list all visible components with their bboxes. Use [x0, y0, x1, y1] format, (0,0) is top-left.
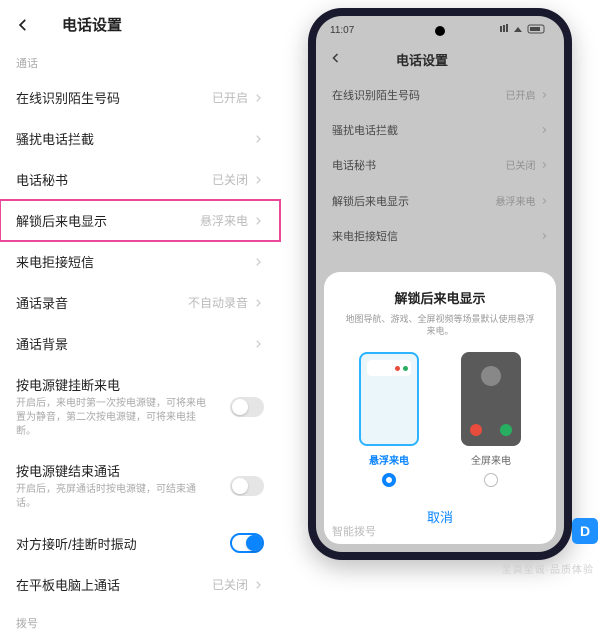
row-label: 解锁后来电显示 [16, 211, 107, 230]
watermark-text: 至真至诚·品质体验 [502, 561, 594, 576]
chevron-right-icon [252, 92, 264, 104]
toggle-off[interactable] [230, 397, 264, 417]
toggle-on[interactable] [230, 533, 264, 553]
chevron-right-icon [252, 256, 264, 268]
row-sublabel: 开启后，来电时第一次按电源键，可将来电置为静音，第二次按电源键，可将来电挂断。 [16, 397, 206, 439]
option-label: 全屏来电 [471, 452, 511, 467]
row-value: 已关闭 [212, 171, 248, 188]
row-label: 智能拨号 [332, 523, 376, 539]
preview-float [359, 352, 419, 446]
preview-full [461, 352, 521, 446]
back-icon[interactable] [14, 16, 32, 34]
phone-screen: 11:07 电话设置 在线识别陌生号码 已开启 骚扰电话拦截 电话秘书 已关闭 … [316, 16, 564, 552]
row-smart-dial: 智能拨号 [316, 514, 564, 548]
row-label: 在线识别陌生号码 [16, 88, 120, 107]
chevron-right-icon [252, 579, 264, 591]
row-label: 通话录音 [16, 293, 68, 312]
row-label: 对方接听/挂断时振动 [16, 534, 137, 553]
row-label: 骚扰电话拦截 [16, 129, 94, 148]
sheet-title: 解锁后来电显示 [338, 288, 542, 307]
watermark-badge: D [572, 518, 598, 544]
chevron-right-icon [252, 215, 264, 227]
row-power-hangup[interactable]: 按电源键挂断来电 开启后，来电时第一次按电源键，可将来电置为静音，第二次按电源键… [0, 364, 280, 450]
sheet-options: 悬浮来电 全屏来电 [338, 352, 542, 487]
row-label: 通话背景 [16, 334, 68, 353]
radio-unselected[interactable] [484, 473, 498, 487]
row-label: 在平板电脑上通话 [16, 575, 120, 594]
row-power-end[interactable]: 按电源键结束通话 开启后，亮屏通话时按电源键，可结束通话。 [0, 450, 280, 522]
row-vibrate[interactable]: 对方接听/挂断时振动 [0, 522, 280, 564]
section-header-call: 通话 [0, 45, 280, 77]
page-title: 电话设置 [62, 14, 122, 35]
row-background[interactable]: 通话背景 [0, 323, 280, 364]
toggle-off[interactable] [230, 476, 264, 496]
row-online-id[interactable]: 在线识别陌生号码 已开启 [0, 77, 280, 118]
row-reject-sms[interactable]: 来电拒接短信 [0, 241, 280, 282]
chevron-right-icon [252, 174, 264, 186]
option-full[interactable]: 全屏来电 [461, 352, 521, 487]
row-secretary[interactable]: 电话秘书 已关闭 [0, 159, 280, 200]
chevron-right-icon [252, 338, 264, 350]
row-label: 按电源键挂断来电 [16, 375, 206, 394]
row-recording[interactable]: 通话录音 不自动录音 [0, 282, 280, 323]
settings-pane: 电话设置 通话 在线识别陌生号码 已开启 骚扰电话拦截 电话秘书 已关闭 解锁后… [0, 0, 280, 580]
camera-punch-hole [435, 26, 445, 36]
option-float[interactable]: 悬浮来电 [359, 352, 419, 487]
header: 电话设置 [0, 0, 280, 45]
row-sublabel: 开启后，亮屏通话时按电源键，可结束通话。 [16, 483, 206, 511]
row-block[interactable]: 骚扰电话拦截 [0, 118, 280, 159]
row-value: 已开启 [212, 89, 248, 106]
chevron-right-icon [252, 297, 264, 309]
phone-frame: 11:07 电话设置 在线识别陌生号码 已开启 骚扰电话拦截 电话秘书 已关闭 … [308, 8, 572, 560]
option-label: 悬浮来电 [369, 452, 409, 467]
row-value: 不自动录音 [188, 294, 248, 311]
row-unlock-incoming[interactable]: 解锁后来电显示 悬浮来电 [0, 200, 280, 241]
row-label: 按电源键结束通话 [16, 461, 206, 480]
row-label: 来电拒接短信 [16, 252, 94, 271]
row-tablet[interactable]: 在平板电脑上通话 已关闭 [0, 564, 280, 605]
row-value: 已关闭 [212, 576, 248, 593]
row-value: 悬浮来电 [200, 212, 248, 229]
radio-selected[interactable] [382, 473, 396, 487]
bottom-sheet: 解锁后来电显示 地图导航、游戏、全屏视频等场景默认使用悬浮来电。 悬浮来电 全屏… [324, 272, 556, 544]
sheet-desc: 地图导航、游戏、全屏视频等场景默认使用悬浮来电。 [338, 313, 542, 338]
section-header-dial: 拨号 [0, 605, 280, 637]
chevron-right-icon [252, 133, 264, 145]
row-label: 电话秘书 [16, 170, 68, 189]
